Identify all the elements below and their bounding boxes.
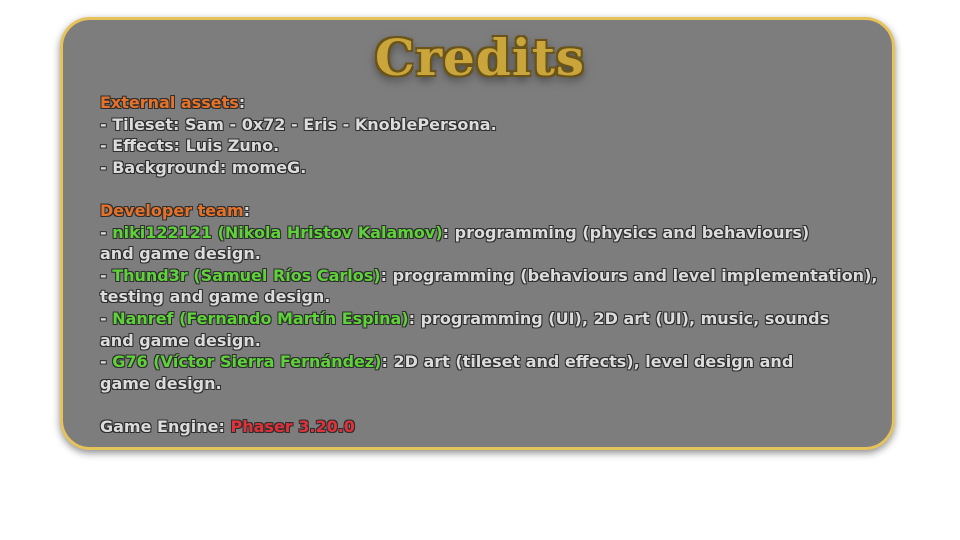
member-line: - niki122121 (Nikola Hristov Kalamov): p… <box>100 222 880 244</box>
heading-colon: : <box>238 93 246 112</box>
member-prefix: - <box>100 222 113 242</box>
member-role: : 2D art (tileset and effects), level de… <box>381 352 794 372</box>
member-role-continued: and game design. <box>100 330 261 350</box>
developer-team-heading-line: Developer team: <box>100 200 880 222</box>
member-name: Thund3r (Samuel Ríos Carlos) <box>112 265 381 285</box>
game-engine-line: Game Engine: Phaser 3.20.0 <box>100 416 880 438</box>
asset-item-tileset: - Tileset: Sam - 0x72 - Eris - KnoblePer… <box>100 114 497 134</box>
member-role: : programming (behaviours and level impl… <box>380 265 878 285</box>
game-engine-label: Game Engine: <box>100 416 231 436</box>
external-assets-heading-line: External assets: <box>100 92 880 114</box>
developer-team-heading: Developer team <box>100 200 244 220</box>
member-name: Nanref (Fernando Martín Espina) <box>112 308 409 328</box>
member-line: - G76 (Víctor Sierra Fernández): 2D art … <box>100 351 880 373</box>
member-line: - Thund3r (Samuel Ríos Carlos): programm… <box>100 265 880 287</box>
heading-colon: : <box>243 200 251 220</box>
asset-item-effects: - Effects: Luis Zuno. <box>100 136 280 156</box>
member-name: niki122121 (Nikola Hristov Kalamov) <box>112 222 443 242</box>
member-role-continued: and game design. <box>100 244 261 264</box>
member-role-continued: game design. <box>100 373 222 393</box>
game-engine-value: Phaser 3.20.0 <box>230 416 355 436</box>
member-prefix: - <box>100 308 113 328</box>
external-assets-heading: External assets <box>100 93 239 112</box>
member-prefix: - <box>100 265 113 285</box>
credits-title: Credits <box>374 28 586 87</box>
member-prefix: - <box>100 352 113 372</box>
credits-content: External assets: - Tileset: Sam - 0x72 -… <box>100 92 880 438</box>
asset-item-background: - Background: momeG. <box>100 157 307 177</box>
member-role: : programming (physics and behaviours) <box>442 222 810 242</box>
member-name: G76 (Víctor Sierra Fernández) <box>112 352 382 372</box>
member-line: - Nanref (Fernando Martín Espina): progr… <box>100 308 880 330</box>
member-role-continued: testing and game design. <box>100 287 331 307</box>
member-role: : programming (UI), 2D art (UI), music, … <box>408 308 830 328</box>
